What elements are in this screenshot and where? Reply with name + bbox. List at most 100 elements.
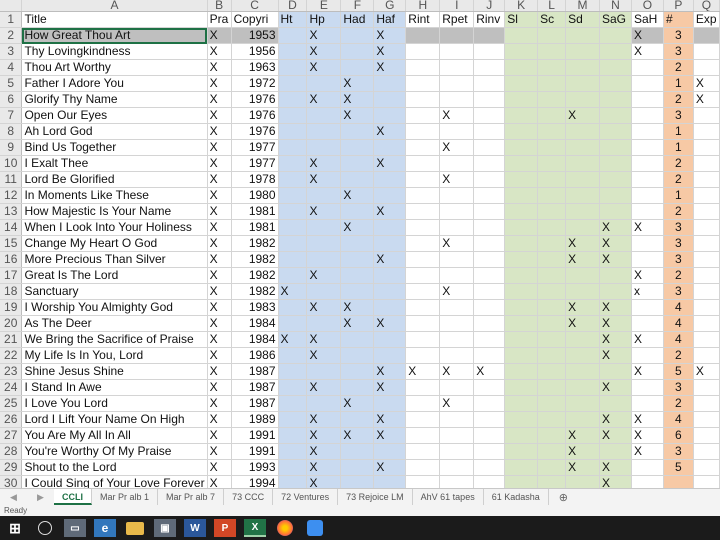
cell[interactable]: X (306, 331, 342, 348)
song-title-cell[interactable]: When I Look Into Your Holiness (21, 219, 208, 236)
cell[interactable] (631, 75, 664, 92)
cell[interactable]: 1976 (231, 123, 279, 140)
cell[interactable]: X (340, 299, 375, 316)
cell[interactable] (439, 203, 475, 220)
cell[interactable]: X (599, 251, 632, 268)
cell[interactable]: X (278, 331, 308, 348)
song-title-cell[interactable]: As The Deer (21, 315, 208, 332)
cell[interactable]: X (207, 443, 232, 460)
cell[interactable] (278, 43, 308, 60)
cell[interactable] (693, 411, 720, 428)
cell[interactable]: X (631, 427, 664, 444)
excel-app-icon[interactable]: X (244, 519, 266, 537)
header-cell[interactable]: Rpet (439, 11, 475, 28)
cell[interactable] (537, 107, 567, 124)
row-number[interactable]: 30 (0, 475, 23, 488)
cell[interactable] (278, 171, 308, 188)
cell[interactable]: X (599, 219, 632, 236)
cell[interactable]: X (631, 331, 664, 348)
cell[interactable]: 1982 (231, 251, 279, 268)
song-title-cell[interactable]: Lord Be Glorified (21, 171, 208, 188)
cell[interactable] (340, 443, 375, 460)
cell[interactable] (693, 475, 720, 488)
cell[interactable] (473, 27, 506, 44)
row-number[interactable]: 6 (0, 91, 23, 108)
cell[interactable] (537, 267, 567, 284)
cell[interactable] (504, 379, 539, 396)
cell[interactable] (439, 75, 475, 92)
cell[interactable] (663, 475, 694, 488)
cell[interactable] (405, 139, 441, 156)
cell[interactable] (473, 315, 506, 332)
cell[interactable] (473, 139, 506, 156)
cell[interactable]: 3 (663, 443, 694, 460)
cell[interactable] (473, 475, 506, 488)
row-number[interactable]: 27 (0, 427, 23, 444)
cell[interactable] (405, 379, 441, 396)
cell[interactable] (504, 235, 539, 252)
cell[interactable] (599, 363, 632, 380)
cell[interactable] (439, 315, 475, 332)
cell[interactable]: 3 (663, 251, 694, 268)
cell[interactable] (306, 283, 342, 300)
cell[interactable] (599, 75, 632, 92)
cell[interactable]: X (439, 139, 475, 156)
header-cell[interactable]: Had (340, 11, 375, 28)
cell[interactable] (373, 283, 407, 300)
cell[interactable]: X (439, 235, 475, 252)
cell[interactable]: X (599, 411, 632, 428)
column-header-d[interactable]: D (278, 0, 308, 12)
song-title-cell[interactable]: How Majestic Is Your Name (21, 203, 208, 220)
cell[interactable] (537, 251, 567, 268)
song-title-cell[interactable]: Shout to the Lord (21, 459, 208, 476)
cell[interactable] (565, 123, 600, 140)
cell[interactable] (504, 411, 539, 428)
cell[interactable] (504, 363, 539, 380)
cell[interactable] (693, 235, 720, 252)
cell[interactable] (439, 427, 475, 444)
cell[interactable]: X (565, 443, 600, 460)
cell[interactable] (278, 363, 308, 380)
cell[interactable] (537, 299, 567, 316)
cell[interactable] (405, 331, 441, 348)
cell[interactable]: 1987 (231, 395, 279, 412)
cell[interactable] (537, 27, 567, 44)
cell[interactable]: 2 (663, 155, 694, 172)
cell[interactable]: X (340, 395, 375, 412)
song-title-cell[interactable]: You're Worthy Of My Praise (21, 443, 208, 460)
row-number[interactable]: 4 (0, 59, 23, 76)
song-title-cell[interactable]: Bind Us Together (21, 139, 208, 156)
header-cell[interactable]: Pra (207, 11, 232, 28)
cell[interactable] (631, 187, 664, 204)
cell[interactable]: X (207, 459, 232, 476)
header-cell[interactable]: Rint (405, 11, 441, 28)
cell[interactable] (537, 59, 567, 76)
cell[interactable]: 1976 (231, 91, 279, 108)
cell[interactable]: X (306, 155, 342, 172)
song-title-cell[interactable]: Ah Lord God (21, 123, 208, 140)
cell[interactable] (631, 59, 664, 76)
cell[interactable]: 1981 (231, 203, 279, 220)
column-header-a[interactable]: A (21, 0, 208, 12)
cell[interactable] (631, 123, 664, 140)
header-cell[interactable]: SaH (631, 11, 664, 28)
cell[interactable] (504, 43, 539, 60)
cell[interactable] (693, 331, 720, 348)
cell[interactable] (439, 219, 475, 236)
cell[interactable]: 1989 (231, 411, 279, 428)
cell[interactable]: X (599, 427, 632, 444)
cell[interactable]: X (373, 411, 407, 428)
cell[interactable] (405, 187, 441, 204)
cell[interactable] (537, 43, 567, 60)
column-header-j[interactable]: J (473, 0, 506, 12)
song-title-cell[interactable]: Great Is The Lord (21, 267, 208, 284)
cell[interactable] (340, 379, 375, 396)
cell[interactable]: X (631, 43, 664, 60)
cell[interactable]: X (207, 123, 232, 140)
cell[interactable] (405, 427, 441, 444)
cell[interactable] (278, 155, 308, 172)
cell[interactable] (473, 75, 506, 92)
cell[interactable] (473, 219, 506, 236)
song-title-cell[interactable]: I Exalt Thee (21, 155, 208, 172)
cell[interactable]: X (373, 27, 407, 44)
